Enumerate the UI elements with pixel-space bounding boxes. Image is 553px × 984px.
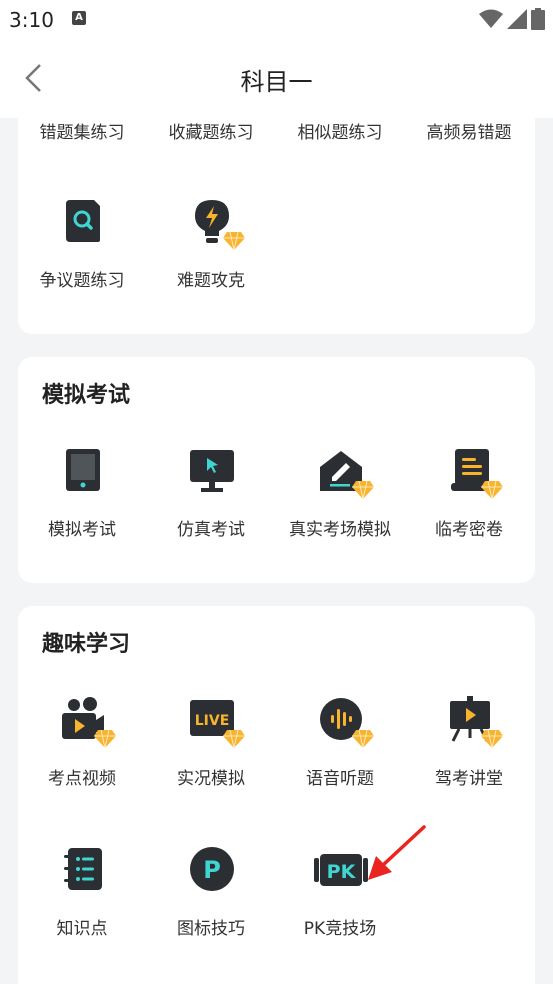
- favorite-questions-item[interactable]: 收藏题练习: [147, 118, 275, 148]
- icon-tips-item[interactable]: P 图标技巧: [147, 846, 275, 939]
- p-circle-icon: P: [190, 847, 234, 891]
- notebook-icon: [64, 848, 102, 890]
- pre-exam-secret-paper-item[interactable]: 临考密卷: [405, 447, 533, 540]
- status-time: 3:10: [9, 8, 54, 32]
- voice-questions-item[interactable]: 语音听题: [276, 696, 404, 789]
- page-title: 科目一: [240, 68, 313, 96]
- nav-bar: 科目一: [0, 38, 553, 118]
- monitor-icon: [190, 450, 234, 492]
- status-bar: 3:10 A: [0, 0, 553, 38]
- controversial-questions-item[interactable]: 争议题练习: [18, 198, 146, 291]
- difficult-questions-item[interactable]: 难题攻克: [147, 198, 275, 291]
- practice-card: 错题集练习 收藏题练习 相似题练习 高频易错题 争议题练习 难题攻克: [18, 118, 535, 334]
- simulation-exam-item[interactable]: 仿真考试: [147, 447, 275, 540]
- similar-questions-item[interactable]: 相似题练习: [276, 118, 404, 148]
- notification-a-icon: A: [72, 11, 86, 25]
- mock-exam-title: 模拟考试: [42, 383, 131, 408]
- svg-text:PK: PK: [327, 861, 357, 883]
- premium-gem-icon: [94, 730, 116, 748]
- knowledge-point-item[interactable]: 知识点: [18, 846, 146, 939]
- search-doc-icon: [66, 200, 100, 242]
- battery-icon: [531, 8, 545, 30]
- premium-gem-icon: [223, 232, 245, 250]
- live-simulation-item[interactable]: LIVE 实况模拟: [147, 696, 275, 789]
- fun-learning-card: 趣味学习 考点视频 LIVE 实况模拟 语音听题 驾考讲堂 知识点 P 图标技巧…: [18, 606, 535, 984]
- system-icons: [479, 8, 545, 30]
- mock-exam-card: 模拟考试 模拟考试 仿真考试 真实考场模拟 临考密卷: [18, 357, 535, 583]
- tablet-icon: [66, 449, 100, 491]
- video-camera-icon: [60, 696, 116, 748]
- svg-text:P: P: [203, 856, 221, 884]
- lightbulb-icon: [189, 198, 245, 250]
- driving-lecture-item[interactable]: 驾考讲堂: [405, 696, 533, 789]
- premium-gem-icon: [481, 481, 503, 499]
- secret-paper-icon: [447, 447, 503, 499]
- svg-text:LIVE: LIVE: [195, 713, 230, 729]
- wrong-questions-item[interactable]: 错题集练习: [18, 118, 146, 148]
- exam-point-video-item[interactable]: 考点视频: [18, 696, 146, 789]
- premium-gem-icon: [223, 730, 245, 748]
- mock-exam-item[interactable]: 模拟考试: [18, 447, 146, 540]
- fun-learning-title: 趣味学习: [42, 632, 131, 657]
- live-icon: LIVE: [189, 696, 245, 748]
- frequent-errors-item[interactable]: 高频易错题: [405, 118, 533, 148]
- lecture-board-icon: [447, 696, 503, 748]
- red-arrow-annotation: [368, 825, 426, 880]
- wifi-icon: [479, 9, 503, 28]
- premium-gem-icon: [352, 481, 374, 499]
- real-exam-room-item[interactable]: 真实考场模拟: [276, 447, 404, 540]
- premium-gem-icon: [481, 730, 503, 748]
- premium-gem-icon: [352, 730, 374, 748]
- signal-icon: [507, 9, 527, 29]
- exam-room-icon: [318, 447, 374, 499]
- voice-icon: [318, 696, 374, 748]
